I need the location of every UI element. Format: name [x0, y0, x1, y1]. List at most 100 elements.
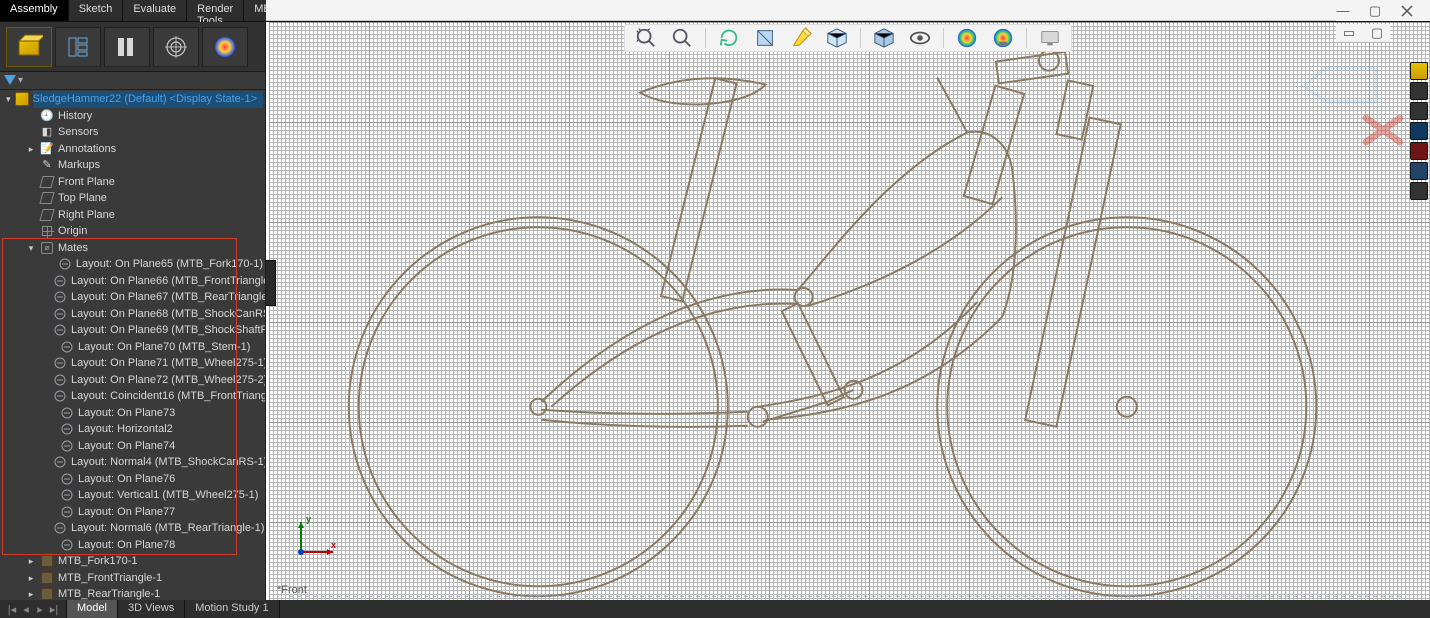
- tree-item-mate[interactable]: ·Layout: On Plane73: [4, 405, 265, 422]
- taskpane-file-explorer-button[interactable]: [1410, 102, 1428, 120]
- tree-item-front-plane[interactable]: · Front Plane: [4, 174, 265, 191]
- window-minimize-button[interactable]: —: [1336, 4, 1350, 18]
- zoom-fit-icon[interactable]: [633, 26, 659, 50]
- ribbon-button-appearance[interactable]: [202, 27, 248, 67]
- tree-root-label: SledgeHammer22 (Default) <Display State-…: [33, 93, 257, 105]
- taskpane-design-library-button[interactable]: [1410, 82, 1428, 100]
- viewport[interactable]: x y *Front: [266, 22, 1430, 600]
- tree-item-right-plane[interactable]: · Right Plane: [4, 207, 265, 224]
- plane-icon: [40, 175, 54, 189]
- tab-assembly[interactable]: Assembly: [0, 0, 69, 21]
- tree-item-mate[interactable]: ·Layout: Coincident16 (MTB_FrontTriangle…: [4, 388, 265, 405]
- mate-icon: [53, 274, 67, 288]
- feature-tree[interactable]: ▾ SledgeHammer22 (Default) <Display Stat…: [0, 90, 265, 600]
- caret-icon[interactable]: ▾: [6, 91, 11, 108]
- mate-icon: [60, 422, 74, 436]
- taskpane-appearances-button[interactable]: [1410, 142, 1428, 160]
- tree-item-top-plane[interactable]: · Top Plane: [4, 190, 265, 207]
- tree-label: Markups: [58, 157, 100, 174]
- taskpane-custom-props-button[interactable]: [1410, 162, 1428, 180]
- tree-item-sensors[interactable]: · ◧ Sensors: [4, 124, 265, 141]
- tree-item-part[interactable]: ▸MTB_RearTriangle-1: [4, 586, 265, 600]
- ribbon-button-2[interactable]: [55, 27, 101, 67]
- view-orientation-icon[interactable]: [824, 26, 850, 50]
- edit-appearance-icon[interactable]: [954, 26, 980, 50]
- tree-label: Mates: [58, 240, 88, 257]
- display-style-icon[interactable]: [871, 26, 897, 50]
- tree-label: MTB_FrontTriangle-1: [58, 570, 162, 587]
- prev-view-icon[interactable]: [716, 26, 742, 50]
- caret-icon[interactable]: ▸: [26, 570, 36, 587]
- orientation-triad[interactable]: x y: [291, 516, 337, 562]
- part-icon: [40, 587, 54, 600]
- ribbon-button-4[interactable]: [153, 27, 199, 67]
- mate-icon: [53, 290, 67, 304]
- mate-icon: [60, 340, 74, 354]
- config-pager[interactable]: |◂◂▸▸|: [0, 600, 67, 618]
- insert-components-button[interactable]: [6, 27, 52, 67]
- taskpane-view-palette-button[interactable]: [1410, 122, 1428, 140]
- doc-restore-button[interactable]: ▭: [1342, 26, 1356, 40]
- bottom-tab-3d-views[interactable]: 3D Views: [118, 600, 185, 618]
- tree-label: Layout: On Plane65 (MTB_Fork170-1): [76, 256, 263, 273]
- window-close-button[interactable]: [1400, 4, 1414, 18]
- tree-root[interactable]: ▾ SledgeHammer22 (Default) <Display Stat…: [4, 91, 265, 108]
- doc-maximize-button[interactable]: ▢: [1370, 26, 1384, 40]
- reject-x-icon[interactable]: [1360, 112, 1406, 148]
- tree-item-mate[interactable]: ·Layout: On Plane69 (MTB_ShockShaftRS-1): [4, 322, 265, 339]
- tab-sketch[interactable]: Sketch: [69, 0, 124, 21]
- tree-item-part[interactable]: ▸ MTB_FrontTriangle-1: [4, 570, 265, 587]
- tree-label: Layout: On Plane70 (MTB_Stem-1): [78, 339, 250, 356]
- mate-icon: [53, 307, 67, 321]
- tree-item-mate[interactable]: ·Layout: On Plane74: [4, 438, 265, 455]
- filter-row[interactable]: ▾: [0, 72, 265, 90]
- ribbon-button-3[interactable]: [104, 27, 150, 67]
- mate-icon: [53, 323, 67, 337]
- window-maximize-button[interactable]: ▢: [1368, 4, 1382, 18]
- tree-item-mate[interactable]: ·Layout: On Plane67 (MTB_RearTriangle-1): [4, 289, 265, 306]
- tree-item-origin[interactable]: · Origin: [4, 223, 265, 240]
- tree-item-markups[interactable]: · ✎ Markups: [4, 157, 265, 174]
- dynamic-annotation-icon[interactable]: [788, 26, 814, 50]
- tree-item-mate[interactable]: ·Layout: Normal4 (MTB_ShockCanRS-1): [4, 454, 265, 471]
- window-controls: — ▢: [1336, 0, 1430, 21]
- caret-icon[interactable]: ▸: [26, 141, 36, 158]
- tree-item-annotations[interactable]: ▸ 📝 Annotations: [4, 141, 265, 158]
- main-row: ▾ ▾ SledgeHammer22 (Default) <Display St…: [0, 22, 1430, 600]
- bottom-tab-motion-study[interactable]: Motion Study 1: [185, 600, 279, 618]
- caret-icon[interactable]: ▾: [26, 240, 36, 257]
- tree-item-mate[interactable]: ·Layout: On Plane71 (MTB_Wheel275-1): [4, 355, 265, 372]
- caret-icon[interactable]: ▸: [26, 586, 36, 600]
- taskpane-forum-button[interactable]: [1410, 182, 1428, 200]
- caret-icon[interactable]: ▸: [26, 553, 36, 570]
- tree-item-mate[interactable]: ·Layout: On Plane76: [4, 471, 265, 488]
- tree-item-mate[interactable]: ·Layout: Normal6 (MTB_RearTriangle-1): [4, 520, 265, 537]
- hide-show-icon[interactable]: [907, 26, 933, 50]
- panel-resize-handle[interactable]: [266, 260, 276, 306]
- tree-item-mate[interactable]: ·Layout: On Plane65 (MTB_Fork170-1): [4, 256, 265, 273]
- view-settings-icon[interactable]: [1037, 26, 1063, 50]
- tree-item-mate[interactable]: ·Layout: On Plane68 (MTB_ShockCanRS-1): [4, 306, 265, 323]
- tree-item-mate[interactable]: ·Layout: On Plane77: [4, 504, 265, 521]
- tree-item-mate[interactable]: ·Layout: Horizontal2: [4, 421, 265, 438]
- tree-item-part[interactable]: ▸MTB_Fork170-1: [4, 553, 265, 570]
- tree-label: Top Plane: [58, 190, 107, 207]
- taskpane-resources-button[interactable]: [1410, 62, 1428, 80]
- tree-item-mate[interactable]: ·Layout: On Plane70 (MTB_Stem-1): [4, 339, 265, 356]
- zoom-area-icon[interactable]: [669, 26, 695, 50]
- tab-render-tools[interactable]: Render Tools: [187, 0, 244, 21]
- tree-item-mate[interactable]: ·Layout: On Plane72 (MTB_Wheel275-2): [4, 372, 265, 389]
- bottom-tab-model[interactable]: Model: [67, 600, 118, 618]
- tree-item-mate[interactable]: ·Layout: Vertical1 (MTB_Wheel275-1): [4, 487, 265, 504]
- tree-item-history[interactable]: · 🕘 History: [4, 108, 265, 125]
- section-view-icon[interactable]: [752, 26, 778, 50]
- tab-evaluate[interactable]: Evaluate: [123, 0, 187, 21]
- triad-x-label: x: [331, 540, 336, 550]
- tree-item-mates[interactable]: ▾ ⌀ Mates: [4, 240, 265, 257]
- plane-icon: [40, 191, 54, 205]
- apply-scene-icon[interactable]: [990, 26, 1016, 50]
- tree-item-mate[interactable]: ·Layout: On Plane66 (MTB_FrontTriangle-1…: [4, 273, 265, 290]
- tree-item-mate[interactable]: ·Layout: On Plane78: [4, 537, 265, 554]
- feature-manager-panel: ▾ ▾ SledgeHammer22 (Default) <Display St…: [0, 22, 266, 600]
- command-manager-tabstrip: Assembly Sketch Evaluate Render Tools MB…: [0, 0, 1430, 22]
